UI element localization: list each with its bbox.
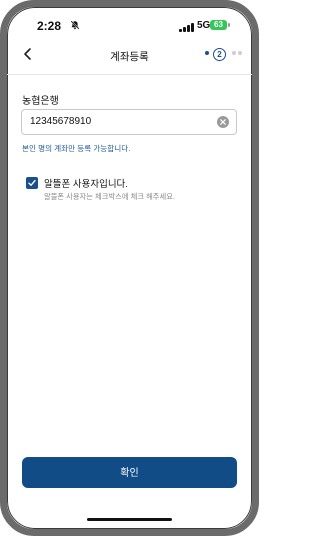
battery-level: 63	[214, 20, 223, 29]
account-hint-text: 본인 명의 계좌만 등록 가능합니다.	[22, 144, 131, 153]
mvno-checkbox-description: 알뜰폰 사용자는 체크박스에 체크 해주세요.	[44, 192, 175, 201]
confirm-button[interactable]: 확인	[22, 457, 237, 488]
clear-input-icon[interactable]	[217, 116, 229, 128]
step-dot-4	[238, 51, 242, 55]
mvno-checkbox-label[interactable]: 알뜰폰 사용자입니다.	[44, 176, 128, 190]
network-type: 5G	[197, 20, 211, 31]
status-time: 2:28	[37, 19, 62, 33]
nav-bar: 계좌등록 2	[7, 45, 252, 69]
account-number-input[interactable]	[30, 116, 210, 127]
signal-icon	[179, 22, 195, 32]
battery-tip	[228, 23, 230, 27]
silent-bell-icon	[70, 20, 80, 33]
bank-name[interactable]: 농협은행	[22, 92, 59, 107]
phone-bezel	[7, 7, 252, 529]
battery-icon: 63	[210, 20, 227, 30]
home-indicator[interactable]	[87, 518, 172, 521]
status-bar: 2:28 5G 63	[7, 19, 252, 35]
step-indicator-current: 2	[213, 48, 226, 61]
step-dot-1	[205, 51, 209, 55]
step-dot-3	[232, 51, 236, 55]
header-divider	[7, 74, 252, 75]
mvno-checkbox[interactable]	[26, 177, 38, 189]
account-number-field[interactable]	[21, 109, 237, 135]
phone-frame: 2:28 5G 63 계좌등록 2 농협은행 본인 명의 계좌만 등록 가능합니…	[0, 0, 259, 536]
